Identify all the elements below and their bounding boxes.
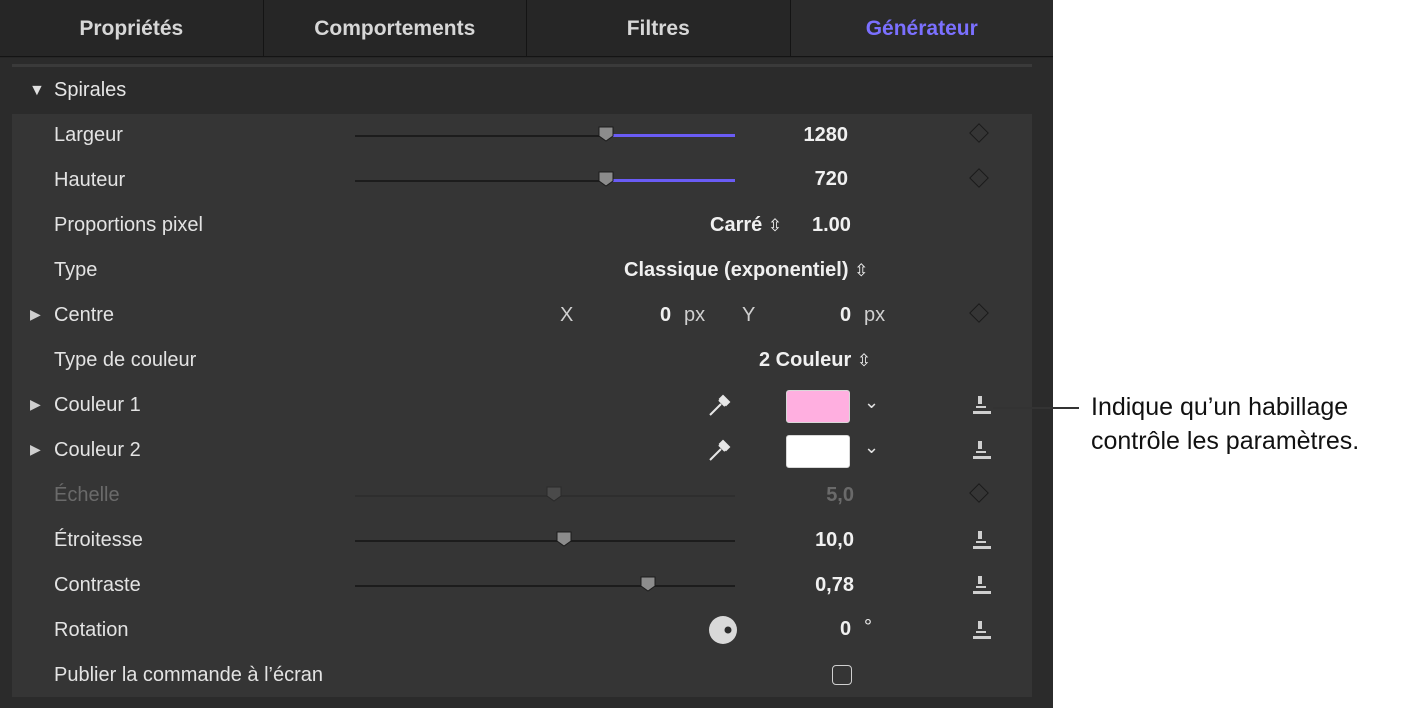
slider-thumb[interactable] (597, 171, 615, 187)
etroitesse-value[interactable]: 10,0 (815, 529, 854, 552)
param-row-rotation: Rotation 0 ° (12, 609, 1032, 654)
rotation-dial[interactable] (708, 615, 738, 645)
proportions-popup[interactable]: Carré ⇳ (710, 214, 782, 237)
param-row-largeur: Largeur 1280 (12, 114, 1032, 159)
chevron-down-icon[interactable]: ⌄ (864, 392, 879, 413)
contraste-slider[interactable] (355, 576, 735, 592)
param-row-couleur-1: ▶ Couleur 1 ⌄ (12, 384, 1032, 429)
param-row-proportions: Proportions pixel Carré ⇳ 1.00 (12, 204, 1032, 249)
rig-icon (973, 441, 991, 459)
tab-bar: Propriétés Comportements Filtres Générat… (0, 0, 1053, 58)
param-label: Largeur (54, 124, 123, 146)
param-row-etroitesse: Étroitesse 10,0 (12, 519, 1032, 564)
param-row-contraste: Contraste 0,78 (12, 564, 1032, 609)
disclosure-closed-icon[interactable]: ▶ (30, 306, 41, 323)
param-label: Type (54, 259, 98, 281)
keyframe-diamond-icon[interactable] (969, 483, 989, 503)
param-label: Couleur 1 (54, 394, 141, 416)
eyedropper-icon[interactable] (706, 436, 734, 464)
param-row-echelle: Échelle 5,0 (12, 474, 1032, 519)
param-label: Contraste (54, 574, 141, 596)
keyframe-diamond-icon[interactable] (969, 123, 989, 143)
publish-checkbox[interactable] (832, 665, 852, 685)
y-unit: px (864, 304, 886, 326)
divider (12, 64, 1032, 67)
tab-comportements[interactable]: Comportements (263, 0, 527, 57)
tab-proprietes[interactable]: Propriétés (0, 0, 264, 57)
hauteur-slider[interactable] (355, 171, 735, 187)
group-title: Spirales (54, 79, 127, 101)
eyedropper-icon[interactable] (706, 391, 734, 419)
proportions-value[interactable]: 1.00 (812, 214, 851, 237)
param-label: Hauteur (54, 169, 126, 191)
updown-chevron-icon: ⇳ (767, 216, 783, 235)
largeur-value[interactable]: 1280 (804, 124, 849, 147)
updown-chevron-icon: ⇳ (854, 261, 869, 280)
degree-unit: ° (864, 616, 872, 638)
centre-x-value[interactable]: 0 (660, 304, 671, 327)
group-header-spirales[interactable]: ▼ Spirales (12, 70, 1032, 114)
type-couleur-value: 2 Couleur (759, 349, 852, 371)
proportions-mode: Carré (710, 214, 763, 236)
param-label: Centre (54, 304, 115, 326)
largeur-slider[interactable] (355, 126, 735, 142)
centre-y-value[interactable]: 0 (840, 304, 851, 327)
slider-thumb (546, 486, 562, 502)
param-row-type: Type Classique (exponentiel) ⇳ (12, 249, 1032, 294)
y-label: Y (742, 304, 756, 326)
slider-fill (606, 134, 735, 137)
param-row-type-couleur: Type de couleur 2 Couleur ⇳ (12, 339, 1032, 384)
keyframe-diamond-icon[interactable] (969, 168, 989, 188)
x-label: X (560, 304, 574, 326)
type-popup[interactable]: Classique (exponentiel) ⇳ (624, 259, 868, 282)
inspector-panel: Propriétés Comportements Filtres Générat… (0, 0, 1053, 708)
disclosure-open-icon[interactable]: ▼ (29, 82, 45, 100)
callout-line (993, 407, 1079, 409)
rig-icon (973, 576, 991, 594)
rig-icon (973, 621, 991, 639)
color-well[interactable] (786, 435, 850, 468)
disclosure-closed-icon[interactable]: ▶ (30, 441, 41, 458)
rotation-value[interactable]: 0 (840, 618, 851, 641)
chevron-down-icon[interactable]: ⌄ (864, 437, 879, 458)
slider-thumb[interactable] (639, 576, 657, 592)
contraste-value[interactable]: 0,78 (815, 574, 854, 597)
tab-generateur[interactable]: Générateur (790, 0, 1053, 57)
disclosure-closed-icon[interactable]: ▶ (30, 396, 41, 413)
param-label: Publier la commande à l’écran (54, 664, 324, 686)
type-couleur-popup[interactable]: 2 Couleur ⇳ (759, 349, 871, 372)
x-unit: px (684, 304, 706, 326)
rig-icon (973, 396, 991, 414)
etroitesse-slider[interactable] (355, 531, 735, 547)
slider-fill (606, 179, 735, 182)
param-row-hauteur: Hauteur 720 (12, 159, 1032, 204)
param-row-centre: ▶ Centre X 0 px Y 0 px (12, 294, 1032, 339)
param-label: Échelle (54, 484, 120, 506)
echelle-slider (355, 486, 735, 502)
echelle-value: 5,0 (826, 484, 854, 506)
tab-filtres[interactable]: Filtres (527, 0, 791, 57)
updown-chevron-icon: ⇳ (856, 351, 872, 370)
keyframe-diamond-icon[interactable] (969, 303, 989, 323)
hauteur-value[interactable]: 720 (815, 168, 848, 191)
type-value: Classique (exponentiel) (624, 259, 849, 281)
slider-thumb[interactable] (597, 126, 615, 142)
param-row-couleur-2: ▶ Couleur 2 ⌄ (12, 429, 1032, 474)
param-label: Étroitesse (54, 529, 143, 551)
rig-icon (973, 531, 991, 549)
parameter-list: Largeur 1280 Hauteur 720 Proportions pix… (12, 114, 1032, 697)
param-label: Proportions pixel (54, 214, 203, 236)
param-label: Rotation (54, 619, 129, 641)
color-well[interactable] (786, 390, 850, 423)
param-row-publier: Publier la commande à l’écran (12, 654, 1032, 699)
slider-thumb[interactable] (555, 531, 573, 547)
param-label: Couleur 2 (54, 439, 141, 461)
callout-text: Indique qu’un habillage contrôle les par… (1091, 393, 1360, 455)
param-label: Type de couleur (54, 349, 197, 371)
